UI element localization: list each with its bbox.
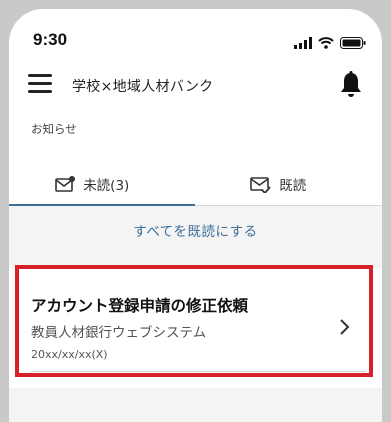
tab-unread-label: 未読(3)	[83, 178, 130, 194]
highlight-box	[15, 265, 373, 377]
status-icons	[294, 37, 366, 49]
signal-icon	[294, 37, 312, 49]
mark-all-read-button[interactable]: すべてを既読にする	[9, 220, 382, 240]
status-bar: 9:30	[9, 9, 382, 59]
status-time: 9:30	[33, 30, 68, 49]
mark-all-area: すべてを既読にする	[9, 206, 382, 268]
tab-bar: 未読(3) 既読	[9, 167, 382, 206]
section-label: お知らせ	[31, 122, 77, 136]
wifi-icon	[318, 37, 334, 49]
hamburger-menu-icon[interactable]	[28, 74, 52, 94]
tab-unread[interactable]: 未読(3)	[9, 167, 186, 201]
tab-read[interactable]: 既読	[185, 167, 372, 201]
app-header: 学校×地域人材バンク	[9, 64, 382, 108]
mail-unread-icon	[55, 175, 76, 192]
tab-read-label: 既読	[279, 178, 307, 194]
bell-icon[interactable]	[338, 70, 364, 100]
battery-icon	[340, 37, 366, 49]
app-title: 学校×地域人材バンク	[72, 79, 214, 95]
mail-read-icon	[250, 176, 271, 193]
